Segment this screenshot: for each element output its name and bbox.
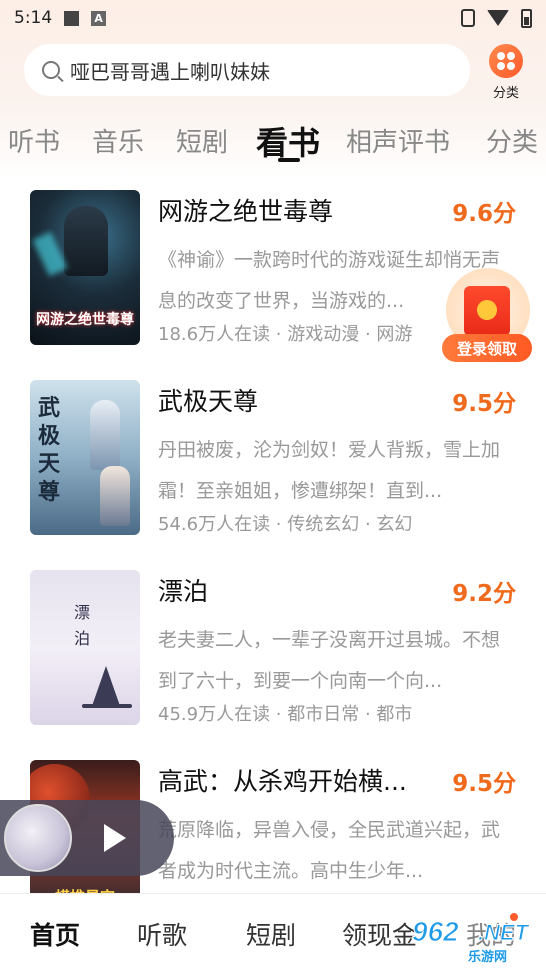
cover-title: 漂泊 — [74, 603, 91, 648]
book-meta: 54.6万人在读 · 传统玄幻 · 玄幻 — [158, 514, 413, 535]
book-title: 武极天尊 — [158, 387, 259, 416]
player-cover-thumb[interactable] — [4, 804, 72, 872]
category-label: 分类 — [492, 86, 519, 101]
category-button[interactable]: 分类 — [484, 44, 528, 101]
nav-earn-cash[interactable]: 领现金 — [342, 916, 417, 952]
status-bar: 5:14 A — [0, 0, 546, 36]
book-score: 9.2分 — [452, 581, 516, 607]
book-score: 9.6分 — [452, 201, 516, 227]
search-input[interactable]: 哑巴哥哥遇上喇叭妹妹 — [24, 44, 470, 96]
mini-player[interactable] — [0, 800, 174, 876]
book-item[interactable]: 武极天尊 武极天尊 9.5分 丹田被废，沦为剑奴！爱人背叛，雪上加霜！至亲姐姐，… — [0, 370, 546, 560]
nav-home[interactable]: 首页 — [30, 916, 80, 952]
book-description: 老夫妻二人，一辈子没离开过县城。不想到了六十，到要一个向南一个向... — [158, 629, 501, 692]
book-meta: 45.9万人在读 · 都市日常 · 都市 — [158, 704, 413, 725]
search-icon — [42, 61, 60, 79]
notification-a-icon: A — [91, 10, 107, 26]
red-packet-icon — [464, 286, 510, 336]
tab-listen-book[interactable]: 听书 — [8, 122, 60, 159]
tab-short-drama[interactable]: 短剧 — [176, 122, 228, 159]
cover-title: 网游之绝世毒尊 — [36, 312, 134, 328]
play-icon[interactable] — [104, 824, 126, 852]
status-time: 5:14 — [14, 8, 53, 28]
active-tab-indicator — [278, 158, 300, 162]
book-score: 9.5分 — [452, 391, 516, 417]
cover-title: 武极天尊 — [38, 395, 61, 505]
login-reward-label: 登录领取 — [442, 334, 532, 362]
notification-square-icon — [64, 10, 80, 26]
tab-crosstalk[interactable]: 相声评书 — [346, 122, 450, 159]
search-placeholder: 哑巴哥哥遇上喇叭妹妹 — [70, 59, 270, 84]
site-watermark: 962 .NET 乐游网 — [412, 916, 542, 966]
book-title: 高武：从杀鸡开始横... — [158, 767, 407, 796]
wifi-icon — [487, 10, 509, 26]
book-title: 漂泊 — [158, 577, 209, 606]
tab-bar: 听书 音乐 短剧 看书 相声评书 分类 — [0, 116, 546, 172]
book-title: 网游之绝世毒尊 — [158, 197, 334, 226]
book-cover[interactable]: 网游之绝世毒尊 — [30, 190, 140, 345]
book-meta: 18.6万人在读 · 游戏动漫 · 网游 — [158, 324, 413, 345]
vibrate-icon — [461, 9, 475, 27]
login-reward-float[interactable]: 登录领取 — [442, 268, 532, 364]
nav-short-drama[interactable]: 短剧 — [246, 916, 296, 952]
tab-music[interactable]: 音乐 — [92, 122, 144, 159]
battery-icon — [521, 8, 532, 28]
book-item[interactable]: 漂泊 漂泊 9.2分 老夫妻二人，一辈子没离开过县城。不想到了六十，到要一个向南… — [0, 560, 546, 750]
book-description: 丹田被废，沦为剑奴！爱人背叛，雪上加霜！至亲姐姐，惨遭绑架！直到... — [158, 439, 501, 502]
watermark-number: 962 — [412, 916, 460, 948]
nav-listen-songs[interactable]: 听歌 — [137, 916, 187, 952]
watermark-net: .NET — [477, 920, 529, 946]
book-cover[interactable]: 武极天尊 — [30, 380, 140, 535]
grid-dots-icon — [489, 44, 523, 78]
book-cover[interactable]: 漂泊 — [30, 570, 140, 725]
watermark-sub: 乐游网 — [468, 950, 508, 965]
book-description: 荒原降临，异兽入侵，全民武道兴起，武者成为时代主流。高中生少年... — [158, 819, 501, 882]
book-score: 9.5分 — [452, 771, 516, 797]
tab-category[interactable]: 分类 — [486, 122, 538, 159]
